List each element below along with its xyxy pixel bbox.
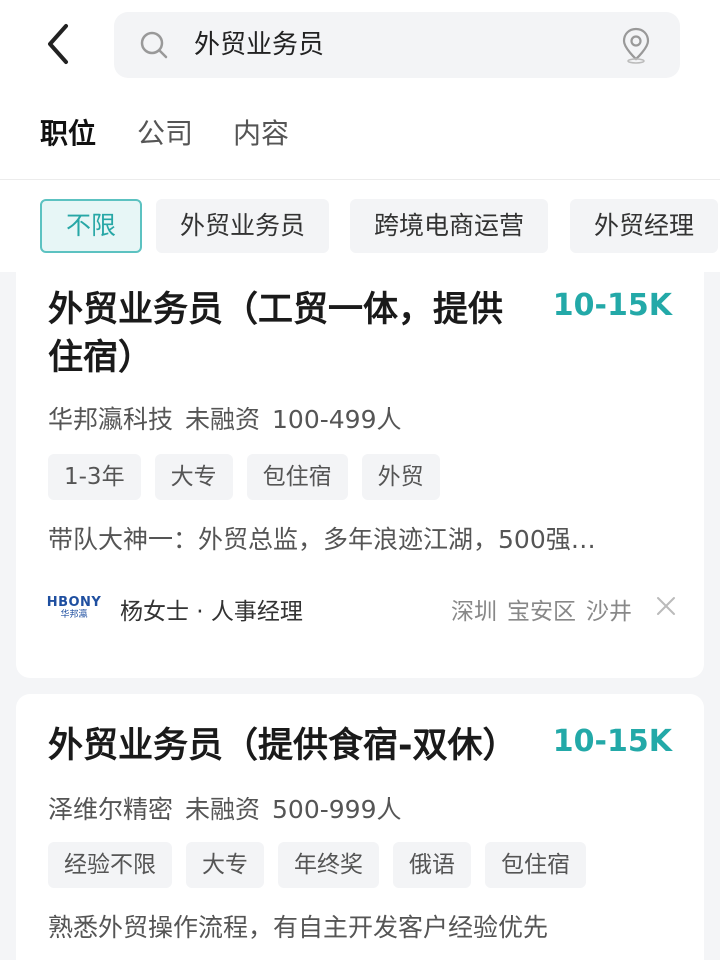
search-query: 外贸业务员 bbox=[194, 30, 325, 60]
company-size: 100-499人 bbox=[272, 405, 402, 434]
logo-text: HBONY bbox=[46, 594, 102, 610]
job-title-line: 外贸业务员（工贸一体，提供 bbox=[48, 290, 504, 330]
search-input[interactable]: 外贸业务员 bbox=[114, 12, 680, 78]
location-district: 宝安区 bbox=[507, 599, 576, 625]
job-tag: 包住宿 bbox=[246, 454, 348, 500]
job-tag: 大专 bbox=[154, 454, 233, 500]
chip-cross-border-ecommerce[interactable]: 跨境电商运营 bbox=[350, 199, 549, 253]
job-tag: 年终奖 bbox=[278, 842, 379, 888]
job-card[interactable]: 外贸业务员（工贸一体，提供 住宿） 10-15K 华邦瀛科技 未融资 100-499… bbox=[16, 272, 704, 678]
location-pin-icon[interactable] bbox=[620, 26, 652, 64]
job-description: 带队大神一：外贸总监，多年浪迹江湖，500强… bbox=[48, 525, 596, 554]
salary: 10-15K bbox=[552, 288, 672, 323]
company-name: 泽维尔精密 bbox=[48, 795, 174, 824]
company-size: 500-999人 bbox=[272, 795, 402, 824]
tab-companies[interactable]: 公司 bbox=[137, 112, 193, 152]
job-tags: 1-3年 大专 包住宿 外贸 bbox=[48, 454, 440, 500]
job-tag: 经验不限 bbox=[48, 842, 172, 888]
job-tag: 外贸 bbox=[361, 454, 440, 500]
logo-subtext: 华邦瀛 bbox=[60, 609, 88, 620]
dismiss-icon[interactable] bbox=[654, 594, 678, 618]
job-tags: 经验不限 大专 年终奖 俄语 包住宿 bbox=[48, 842, 586, 888]
job-title: 外贸业务员（工贸一体，提供 住宿） bbox=[48, 286, 518, 382]
chip-foreign-trade-sales[interactable]: 外贸业务员 bbox=[156, 199, 330, 253]
job-description: 熟悉外贸操作流程，有自主开发客户经验优先 bbox=[48, 913, 549, 942]
funding-stage: 未融资 bbox=[185, 405, 261, 434]
tab-content[interactable]: 内容 bbox=[233, 112, 289, 152]
chip-unlimited[interactable]: 不限 bbox=[40, 199, 143, 253]
company-logo: HBONY 华邦瀛 bbox=[46, 588, 102, 628]
tab-bar: 职位 公司 内容 bbox=[0, 96, 720, 180]
company-name: 华邦瀛科技 bbox=[48, 405, 174, 434]
job-card[interactable]: 外贸业务员（提供食宿-双休） 10-15K 泽维尔精密 未融资 500-999人 经… bbox=[16, 694, 704, 960]
funding-stage: 未融资 bbox=[185, 795, 261, 824]
header: 外贸业务员 职位 公司 内容 bbox=[0, 0, 720, 180]
salary: 10-15K bbox=[552, 724, 672, 759]
job-tag: 俄语 bbox=[393, 842, 471, 888]
location-area: 沙井 bbox=[586, 599, 632, 625]
search-bar: 外贸业务员 bbox=[0, 0, 720, 96]
job-title: 外贸业务员（提供食宿-双休） bbox=[48, 726, 518, 766]
job-location: 深圳 宝安区 沙井 bbox=[441, 592, 632, 626]
location-city: 深圳 bbox=[451, 599, 497, 625]
job-tag: 1-3年 bbox=[48, 454, 141, 500]
recruiter-name: 杨女士 · 人事经理 bbox=[120, 599, 303, 625]
filter-chips: 不限 外贸业务员 跨境电商运营 外贸经理 bbox=[0, 180, 720, 272]
chip-foreign-trade-manager[interactable]: 外贸经理 bbox=[570, 199, 719, 253]
company-info: 泽维尔精密 未融资 500-999人 bbox=[48, 790, 414, 826]
job-list: 外贸业务员（工贸一体，提供 住宿） 10-15K 华邦瀛科技 未融资 100-499… bbox=[0, 272, 720, 960]
job-title-line: 住宿） bbox=[48, 338, 154, 378]
tab-jobs[interactable]: 职位 bbox=[40, 112, 96, 152]
job-tag: 包住宿 bbox=[485, 842, 586, 888]
recruiter-row: HBONY 华邦瀛 杨女士 · 人事经理 深圳 宝安区 沙井 bbox=[46, 588, 678, 628]
back-button[interactable] bbox=[36, 22, 80, 66]
job-tag: 大专 bbox=[186, 842, 264, 888]
chevron-left-icon bbox=[48, 24, 68, 64]
search-icon bbox=[140, 31, 168, 59]
company-info: 华邦瀛科技 未融资 100-499人 bbox=[48, 400, 414, 436]
